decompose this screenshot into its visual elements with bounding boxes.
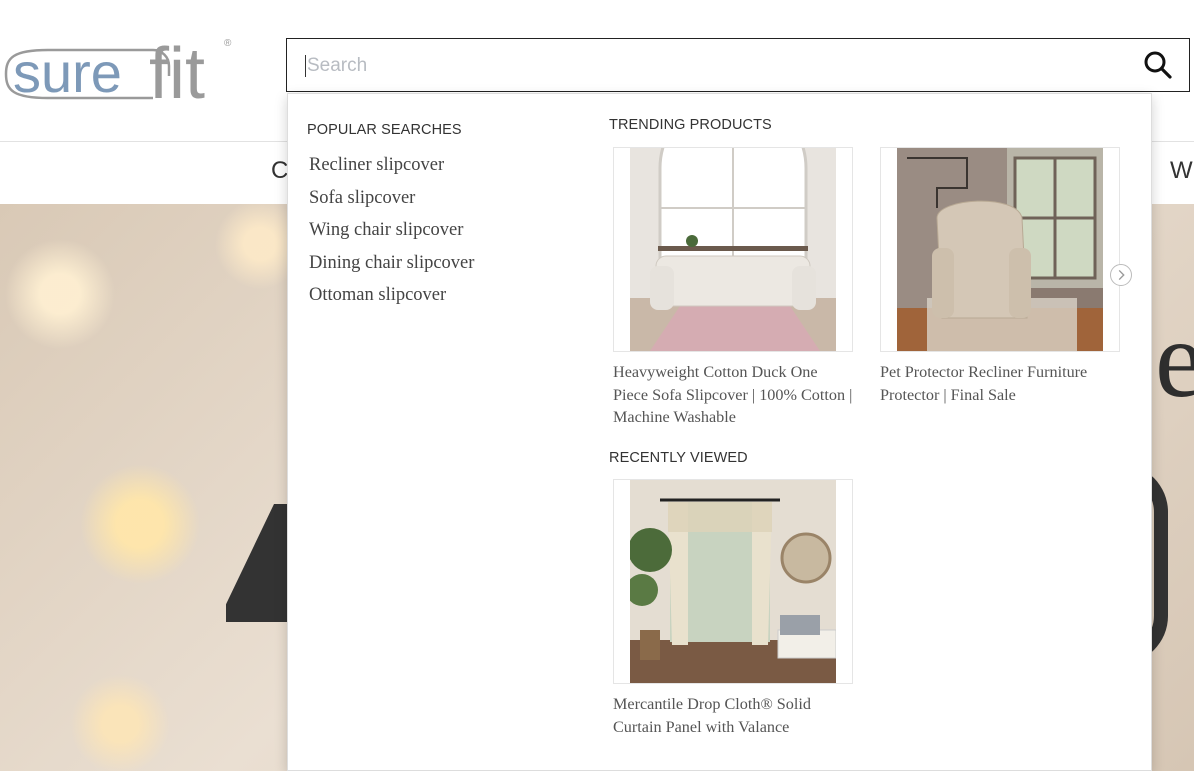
trending-product-card[interactable]: Pet Protector Recliner Furniture Protect…	[880, 147, 1120, 406]
recently-viewed-title: RECENTLY VIEWED	[609, 450, 748, 466]
search-box[interactable]	[286, 38, 1190, 92]
popular-search-item[interactable]: Sofa slipcover	[309, 185, 474, 218]
product-title[interactable]: Mercantile Drop Cloth® Solid Curtain Pan…	[613, 693, 853, 738]
trending-product-card[interactable]: Heavyweight Cotton Duck One Piece Sofa S…	[613, 147, 853, 429]
recently-viewed-card[interactable]: Mercantile Drop Cloth® Solid Curtain Pan…	[613, 479, 853, 738]
text-caret	[305, 55, 306, 77]
nav-item-partial-left[interactable]: C	[271, 157, 288, 185]
popular-search-item[interactable]: Ottoman slipcover	[309, 282, 474, 315]
nav-item-partial-right[interactable]: W	[1170, 157, 1193, 185]
product-title[interactable]: Heavyweight Cotton Duck One Piece Sofa S…	[613, 361, 853, 429]
curtain-panel-photo	[630, 480, 836, 683]
product-image[interactable]	[613, 479, 853, 684]
product-image[interactable]	[613, 147, 853, 352]
popular-searches-list: Recliner slipcover Sofa slipcover Wing c…	[309, 152, 474, 315]
popular-search-item[interactable]: Recliner slipcover	[309, 152, 474, 185]
popular-searches-title: POPULAR SEARCHES	[307, 122, 462, 138]
recliner-protector-photo	[897, 148, 1103, 351]
sofa-slipcover-photo	[630, 148, 836, 351]
chevron-right-icon[interactable]	[1110, 264, 1132, 286]
hero-partial-glyph: e	[1155, 298, 1194, 420]
popular-search-item[interactable]: Dining chair slipcover	[309, 250, 474, 283]
logo-fit-text: fit	[149, 34, 205, 106]
surefit-logo[interactable]: sure fit ®	[3, 18, 243, 106]
search-input[interactable]	[305, 49, 1129, 83]
search-dropdown: POPULAR SEARCHES Recliner slipcover Sofa…	[287, 93, 1152, 771]
trending-products-title: TRENDING PRODUCTS	[609, 117, 772, 133]
logo-sure-text: sure	[13, 41, 122, 104]
search-icon[interactable]	[1143, 50, 1173, 80]
product-image[interactable]	[880, 147, 1120, 352]
popular-search-item[interactable]: Wing chair slipcover	[309, 217, 474, 250]
product-title[interactable]: Pet Protector Recliner Furniture Protect…	[880, 361, 1120, 406]
logo-trademark: ®	[224, 38, 232, 49]
